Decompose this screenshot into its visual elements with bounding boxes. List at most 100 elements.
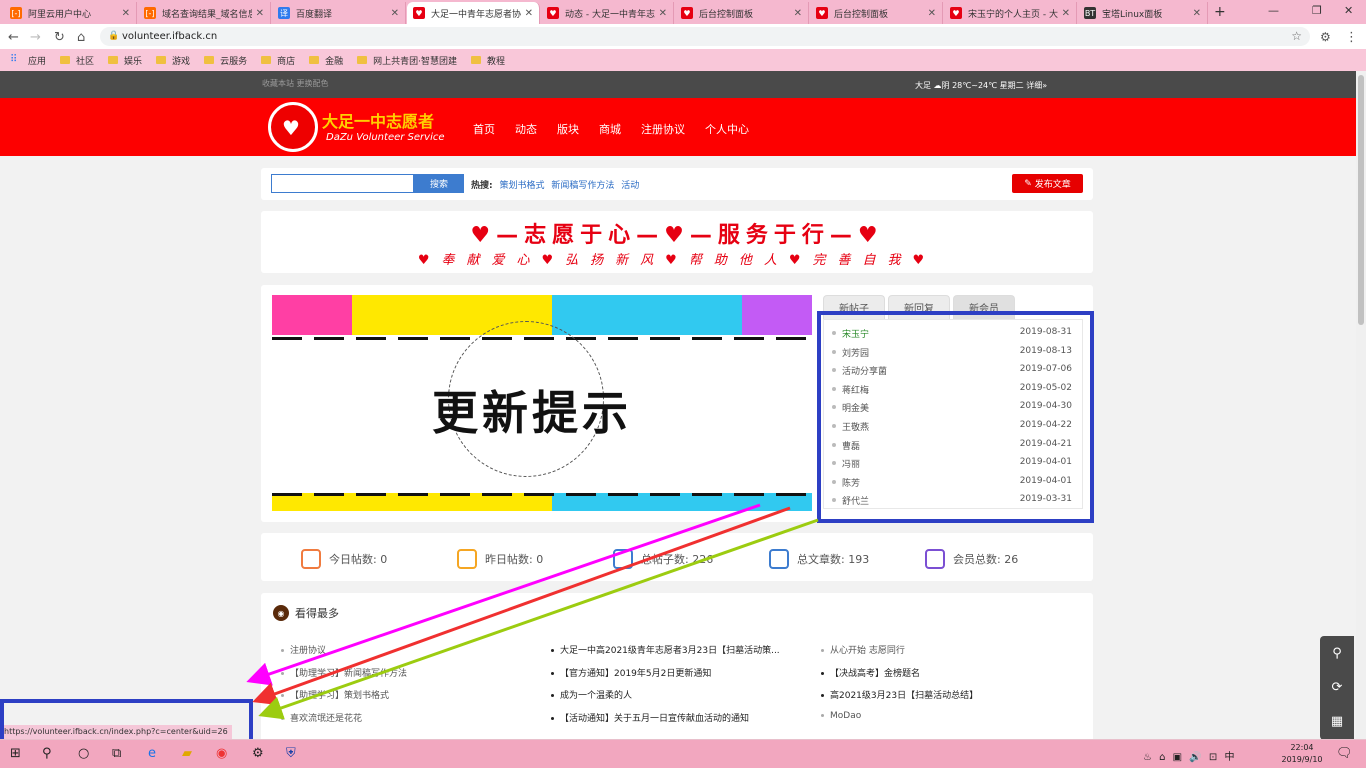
bookmark-item[interactable]: 社区: [60, 54, 94, 67]
browser-tab[interactable]: ♥ 大足一中青年志愿者协会 ✕: [407, 2, 540, 24]
article-link[interactable]: 从心开始 志愿同行: [821, 643, 905, 656]
hot-link[interactable]: 策划书格式: [499, 181, 544, 191]
cortana-icon[interactable]: ○: [78, 746, 89, 761]
back-icon[interactable]: ←: [8, 30, 19, 45]
bookmark-item[interactable]: 商店: [261, 54, 295, 67]
tab-title: 宝塔Linux面板: [1102, 9, 1163, 20]
bookmark-star-icon[interactable]: ☆: [1291, 27, 1302, 46]
edge-icon[interactable]: e: [148, 746, 156, 761]
browser-tab[interactable]: ♥ 后台控制面板 ✕: [675, 2, 809, 24]
article-link[interactable]: 【活动通知】关于五月一日宣传献血活动的通知: [551, 711, 749, 724]
nav-item[interactable]: 商城: [599, 121, 621, 137]
task-view-icon[interactable]: ⧉: [112, 746, 121, 761]
hot-link[interactable]: 新闻稿写作方法: [551, 181, 614, 191]
reload-icon[interactable]: ↻: [54, 30, 65, 45]
most-viewed-title: 看得最多: [295, 607, 339, 620]
tab-title: 阿里云用户中心: [28, 9, 92, 20]
defender-icon[interactable]: ⛨: [286, 746, 296, 761]
qrcode-icon[interactable]: ▦: [1320, 704, 1354, 738]
bookmark-item[interactable]: ⠿ 应用: [10, 54, 46, 67]
chrome-icon[interactable]: ◉: [216, 746, 227, 761]
refresh-icon[interactable]: ⟳: [1320, 670, 1354, 704]
stat-label: 会员总数: 26: [953, 553, 1019, 566]
menu-icon[interactable]: ⋮: [1345, 30, 1358, 45]
folder-icon: [156, 56, 167, 64]
close-tab-icon[interactable]: ✕: [1062, 8, 1070, 19]
most-viewed-section: ◉ 看得最多 注册协议 【助理学习】新闻稿写作方法 【助理学习】策划书格式 喜欢流氓还…: [261, 593, 1093, 743]
windows-start-icon[interactable]: ⊞: [10, 746, 21, 761]
nav-item[interactable]: 个人中心: [705, 121, 749, 137]
home-icon[interactable]: ⌂: [77, 30, 85, 45]
close-tab-icon[interactable]: ✕: [525, 8, 533, 19]
article-link[interactable]: 【助理学习】策划书格式: [281, 688, 389, 701]
publish-article-button[interactable]: ✎ 发布文章: [1012, 174, 1083, 193]
highlight-box-members: [817, 311, 1094, 523]
notification-icon[interactable]: 🗨: [1336, 746, 1353, 761]
favorite-switch-links[interactable]: 收藏本站 更换配色: [262, 78, 329, 89]
stat-label: 昨日帖数: 0: [485, 553, 544, 566]
carousel-slide[interactable]: 更新提示: [272, 295, 812, 511]
browser-tab[interactable]: ♥ 宋玉宁的个人主页 - 大足 ✕: [944, 2, 1077, 24]
bookmark-item[interactable]: 云服务: [204, 54, 247, 67]
close-tab-icon[interactable]: ✕: [391, 8, 399, 19]
nav-item[interactable]: 动态: [515, 121, 537, 137]
bookmark-label: 网上共青团·智慧团建: [373, 56, 457, 67]
search-input[interactable]: [271, 174, 414, 193]
close-tab-icon[interactable]: ✕: [1193, 8, 1201, 19]
browser-tab[interactable]: ♥ 后台控制面板 ✕: [810, 2, 943, 24]
forward-icon[interactable]: →: [30, 30, 41, 45]
search-button[interactable]: 搜索: [414, 174, 464, 193]
browser-tab[interactable]: BT 宝塔Linux面板 ✕: [1078, 2, 1208, 24]
nav-item[interactable]: 注册协议: [641, 121, 685, 137]
bookmark-item[interactable]: 娱乐: [108, 54, 142, 67]
article-link[interactable]: 喜欢流氓还是花花: [281, 711, 362, 724]
article-link[interactable]: 注册协议: [281, 643, 326, 656]
bullet-dot: [281, 716, 284, 720]
scroll-thumb[interactable]: [1358, 75, 1364, 325]
clock[interactable]: 22:04 2019/9/10: [1280, 742, 1324, 766]
file-explorer-icon[interactable]: ▰: [182, 746, 192, 761]
article-link[interactable]: 【助理学习】新闻稿写作方法: [281, 666, 407, 679]
article-link[interactable]: 【决战高考】金榜题名: [821, 666, 920, 679]
bt-icon: BT: [1084, 7, 1096, 19]
search-icon[interactable]: ⚲: [42, 746, 52, 761]
close-tab-icon[interactable]: ✕: [794, 8, 802, 19]
nav-item[interactable]: 首页: [473, 121, 495, 137]
bookmark-item[interactable]: 网上共青团·智慧团建: [357, 54, 457, 67]
site-logo[interactable]: ♥ 大足一中志愿者 DaZu Volunteer Service: [268, 102, 458, 152]
close-window-button[interactable]: ✕: [1344, 4, 1353, 17]
site-topbar: 收藏本站 更换配色 大足 ☁阴 28℃~24℃ 星期二 详细»: [0, 71, 1356, 98]
close-tab-icon[interactable]: ✕: [122, 8, 130, 19]
article-title: 【决战高考】金榜题名: [830, 668, 921, 679]
article-link[interactable]: MoDao: [821, 711, 861, 721]
extension-icon[interactable]: ⚙: [1320, 30, 1331, 44]
browser-tab[interactable]: [-] 阿里云用户中心 ✕: [4, 2, 137, 24]
article-link[interactable]: 【官方通知】2019年5月2日更新通知: [551, 666, 711, 679]
bookmark-item[interactable]: 金融: [309, 54, 343, 67]
system-tray[interactable]: ♨ ⌂ ▣ 🔊 ⊡ 中: [1143, 748, 1236, 763]
article-title: 高2021级3月23日【扫墓活动总结】: [830, 691, 979, 702]
close-tab-icon[interactable]: ✕: [659, 8, 667, 19]
minimize-button[interactable]: —: [1268, 4, 1279, 17]
close-tab-icon[interactable]: ✕: [256, 8, 264, 19]
search-icon[interactable]: ⚲: [1320, 636, 1354, 670]
stat-item: 昨日帖数: 0: [457, 549, 543, 569]
hot-link[interactable]: 活动: [621, 181, 639, 191]
close-tab-icon[interactable]: ✕: [928, 8, 936, 19]
restore-button[interactable]: ❐: [1312, 4, 1322, 17]
new-tab-button[interactable]: +: [1214, 4, 1226, 20]
bookmark-item[interactable]: 游戏: [156, 54, 190, 67]
article-link[interactable]: 高2021级3月23日【扫墓活动总结】: [821, 688, 978, 701]
settings-icon[interactable]: ⚙: [252, 746, 264, 761]
bookmark-item[interactable]: 教程: [470, 54, 505, 67]
url-bar[interactable]: 🔒 volunteer.ifback.cn ☆: [100, 27, 1310, 46]
lock-icon[interactable]: 🔒: [108, 27, 119, 46]
nav-item[interactable]: 版块: [557, 121, 579, 137]
browser-tab[interactable]: [-] 域名查询结果_域名信息 ✕: [138, 2, 271, 24]
browser-tab[interactable]: ♥ 动态 - 大足一中青年志愿者 ✕: [541, 2, 674, 24]
article-link[interactable]: 大足一中高2021级青年志愿者3月23日【扫墓活动策...: [551, 643, 780, 656]
article-link[interactable]: 成为一个温柔的人: [551, 688, 632, 701]
browser-tab[interactable]: 译百度翻译 ✕: [272, 2, 406, 24]
logo-subtitle: DaZu Volunteer Service: [326, 132, 445, 143]
weather-info[interactable]: 大足 ☁阴 28℃~24℃ 星期二 详细»: [915, 80, 1047, 91]
